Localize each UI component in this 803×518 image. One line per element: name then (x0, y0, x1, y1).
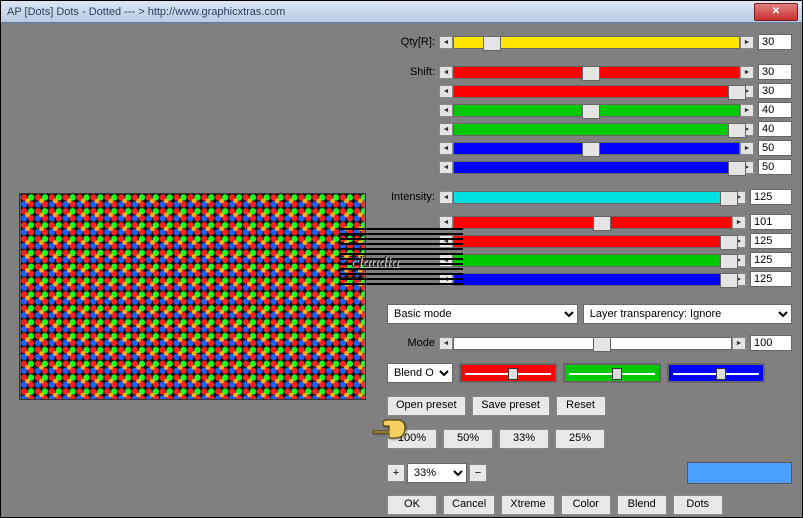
slider-left-arrow-icon[interactable]: ◄ (439, 36, 453, 49)
blend-button[interactable]: Blend (617, 495, 667, 515)
slider-label: Qty[R]: (387, 36, 439, 48)
slider-value-input[interactable] (750, 335, 792, 351)
slider-track[interactable] (453, 235, 732, 248)
slider-value-input[interactable] (750, 252, 792, 268)
color-slider[interactable] (563, 363, 661, 383)
zoom-50-button[interactable]: 50% (443, 429, 493, 449)
layer-transparency-select[interactable]: Layer transparency: Ignore (583, 304, 792, 324)
slider[interactable]: ◄ ► (439, 161, 754, 174)
window-body: claudia Qty[R]: ◄ ► Shift: ◄ ► ◄ ► ◄ ► ◄… (1, 23, 802, 517)
slider-label: Intensity: (387, 191, 439, 203)
ok-button[interactable]: OK (387, 495, 437, 515)
slider-left-arrow-icon[interactable]: ◄ (439, 191, 453, 204)
slider[interactable]: ◄ ► (439, 85, 754, 98)
zoom-25-button[interactable]: 25% (555, 429, 605, 449)
slider-value-input[interactable] (750, 189, 792, 205)
blend-row: Blend Optio (387, 363, 792, 383)
watermark-logo: claudia (339, 228, 463, 288)
slider-track[interactable] (453, 85, 740, 98)
slider-left-arrow-icon[interactable]: ◄ (439, 85, 453, 98)
slider[interactable]: ◄ ► (439, 216, 746, 229)
watermark-text: claudia (351, 254, 399, 272)
mode-slider-row: Mode ◄ ► (387, 335, 792, 351)
slider[interactable]: ◄ ► (439, 337, 746, 350)
slider-track[interactable] (453, 191, 732, 204)
mode-row: Basic mode Layer transparency: Ignore (387, 304, 792, 324)
slider-value-input[interactable] (758, 159, 792, 175)
zoom-plus-button[interactable]: + (387, 464, 405, 482)
slider-track[interactable] (453, 123, 740, 136)
save-preset-button[interactable]: Save preset (472, 396, 550, 416)
preset-row: Open preset Save preset Reset (387, 396, 792, 416)
slider-value-input[interactable] (758, 102, 792, 118)
slider-track[interactable] (453, 36, 740, 49)
color-swatch[interactable] (687, 462, 792, 484)
slider[interactable]: ◄ ► (439, 36, 754, 49)
slider-track[interactable] (453, 254, 732, 267)
color-button[interactable]: Color (561, 495, 611, 515)
slider-right-arrow-icon[interactable]: ► (740, 142, 754, 155)
slider-value-input[interactable] (758, 121, 792, 137)
slider[interactable]: ◄ ► (439, 66, 754, 79)
slider-right-arrow-icon[interactable]: ► (732, 337, 746, 350)
slider[interactable]: ◄ ► (439, 191, 746, 204)
slider-value-input[interactable] (758, 83, 792, 99)
slider-right-arrow-icon[interactable]: ► (732, 216, 746, 229)
slider-right-arrow-icon[interactable]: ► (740, 66, 754, 79)
xtreme-button[interactable]: Xtreme (501, 495, 554, 515)
slider-left-arrow-icon[interactable]: ◄ (439, 66, 453, 79)
open-preset-button[interactable]: Open preset (387, 396, 466, 416)
slider-label: Mode (387, 337, 439, 349)
slider[interactable]: ◄ ► (439, 123, 754, 136)
slider-label: Shift: (387, 66, 439, 78)
shift-group: Shift: ◄ ► ◄ ► ◄ ► ◄ ► ◄ ► ◄ ► (387, 61, 792, 181)
zoom-row: + 33% − (387, 462, 792, 484)
slider-track[interactable] (453, 66, 740, 79)
slider-value-input[interactable] (758, 64, 792, 80)
slider-right-arrow-icon[interactable]: ► (740, 104, 754, 117)
slider-left-arrow-icon[interactable]: ◄ (439, 104, 453, 117)
plugin-window: AP [Dots] Dots - Dotted --- > http://www… (0, 0, 803, 518)
slider-left-arrow-icon[interactable]: ◄ (439, 142, 453, 155)
slider-left-arrow-icon[interactable]: ◄ (439, 123, 453, 136)
slider-value-input[interactable] (750, 233, 792, 249)
cancel-button[interactable]: Cancel (443, 495, 495, 515)
preview-pane (19, 193, 366, 400)
blend-options-select[interactable]: Blend Optio (387, 363, 453, 383)
slider-left-arrow-icon[interactable]: ◄ (439, 337, 453, 350)
slider-value-input[interactable] (750, 271, 792, 287)
slider-track[interactable] (453, 142, 740, 155)
slider-track[interactable] (453, 161, 740, 174)
close-button[interactable]: ✕ (754, 3, 798, 21)
titlebar[interactable]: AP [Dots] Dots - Dotted --- > http://www… (1, 1, 802, 23)
color-slider[interactable] (459, 363, 557, 383)
slider-track[interactable] (453, 273, 732, 286)
slider[interactable]: ◄ ► (439, 254, 746, 267)
zoom-minus-button[interactable]: − (469, 464, 487, 482)
slider-right-arrow-icon[interactable]: ► (740, 36, 754, 49)
slider[interactable]: ◄ ► (439, 273, 746, 286)
slider-value-input[interactable] (758, 140, 792, 156)
slider-value-input[interactable] (758, 34, 792, 50)
basic-mode-select[interactable]: Basic mode (387, 304, 578, 324)
slider-value-input[interactable] (750, 214, 792, 230)
reset-button[interactable]: Reset (556, 396, 606, 416)
zoom-select[interactable]: 33% (407, 463, 467, 483)
window-title: AP [Dots] Dots - Dotted --- > http://www… (7, 6, 754, 18)
tutorial-pointer-icon (371, 418, 409, 445)
slider-track[interactable] (453, 337, 732, 350)
color-slider[interactable] (667, 363, 765, 383)
slider[interactable]: ◄ ► (439, 104, 754, 117)
slider[interactable]: ◄ ► (439, 142, 754, 155)
main-buttons-row: OK Cancel Xtreme Color Blend Dots (387, 495, 792, 515)
slider-left-arrow-icon[interactable]: ◄ (439, 161, 453, 174)
slider-track[interactable] (453, 104, 740, 117)
slider-left-arrow-icon[interactable]: ◄ (439, 216, 453, 229)
zoom-33-button[interactable]: 33% (499, 429, 549, 449)
slider-track[interactable] (453, 216, 732, 229)
dots-button[interactable]: Dots (673, 495, 723, 515)
qty-group: Qty[R]: ◄ ► (387, 31, 792, 56)
zoom-presets-row: 100% 50% 33% 25% (387, 429, 792, 449)
slider[interactable]: ◄ ► (439, 235, 746, 248)
